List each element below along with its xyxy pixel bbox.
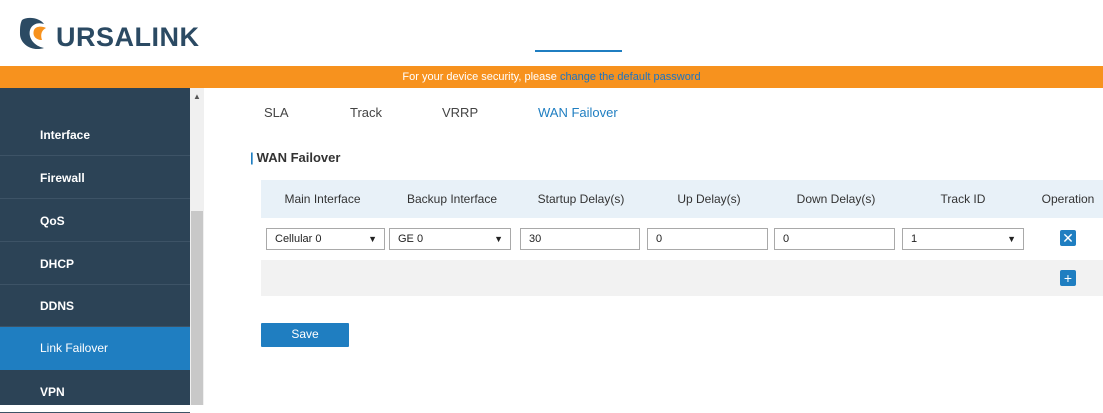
col-backup-interface: Backup Interface bbox=[406, 192, 498, 206]
startup-delay-input[interactable]: 30 bbox=[520, 228, 640, 250]
tab-vrrp[interactable]: VRRP bbox=[442, 105, 478, 120]
scroll-thumb[interactable] bbox=[191, 211, 203, 405]
sidebar-item-firewall[interactable]: Firewall bbox=[0, 157, 190, 199]
track-id-select[interactable]: 1 ▼ bbox=[902, 228, 1024, 250]
up-delay-input[interactable]: 0 bbox=[647, 228, 768, 250]
main-interface-select[interactable]: Cellular 0 ▼ bbox=[266, 228, 385, 250]
dropdown-arrow-icon: ▼ bbox=[1007, 234, 1016, 244]
change-password-link[interactable]: change the default password bbox=[560, 71, 701, 83]
sidebar-item-vpn[interactable]: VPN bbox=[0, 371, 190, 413]
sidebar: Interface Firewall QoS DHCP DDNS Link Fa… bbox=[0, 88, 190, 413]
sidebar-item-dhcp[interactable]: DHCP bbox=[0, 243, 190, 285]
table-header: Main Interface Backup Interface Startup … bbox=[261, 180, 1103, 218]
col-down-delay: Down Delay(s) bbox=[796, 192, 876, 206]
col-track-id: Track ID bbox=[940, 192, 986, 206]
notice-text: For your device security, please bbox=[402, 71, 560, 83]
tab-sla[interactable]: SLA bbox=[264, 105, 289, 120]
section-title-text: WAN Failover bbox=[256, 150, 341, 165]
sidebar-item-link-failover[interactable]: Link Failover bbox=[0, 327, 190, 370]
col-main-interface: Main Interface bbox=[284, 192, 361, 206]
col-up-delay: Up Delay(s) bbox=[677, 192, 741, 206]
table-row: Cellular 0 ▼ GE 0 ▼ 30 0 0 1 ▼ ✕ bbox=[261, 218, 1103, 260]
down-delay-input[interactable]: 0 bbox=[774, 228, 895, 250]
sidebar-item-ddns[interactable]: DDNS bbox=[0, 285, 190, 327]
plus-icon: + bbox=[1063, 270, 1073, 286]
sidebar-scrollbar[interactable]: ▲ bbox=[190, 88, 204, 405]
ursalink-logo: URSALINK bbox=[18, 14, 200, 54]
track-id-value: 1 bbox=[911, 233, 918, 245]
add-row: + bbox=[261, 260, 1103, 296]
section-title: | WAN Failover bbox=[250, 150, 340, 165]
scroll-up-arrow-icon[interactable]: ▲ bbox=[190, 92, 204, 102]
delete-row-button[interactable]: ✕ bbox=[1060, 230, 1076, 246]
close-icon: ✕ bbox=[1062, 230, 1074, 246]
sidebar-item-interface[interactable]: Interface bbox=[0, 114, 190, 156]
backup-interface-select[interactable]: GE 0 ▼ bbox=[389, 228, 511, 250]
logo-mark-icon bbox=[18, 14, 60, 54]
backup-interface-value: GE 0 bbox=[398, 233, 424, 245]
tab-track[interactable]: Track bbox=[350, 105, 382, 120]
dropdown-arrow-icon: ▼ bbox=[494, 234, 503, 244]
add-row-button[interactable]: + bbox=[1060, 270, 1076, 286]
dropdown-arrow-icon: ▼ bbox=[368, 234, 377, 244]
section-title-bar: | bbox=[250, 150, 254, 165]
col-startup-delay: Startup Delay(s) bbox=[537, 192, 625, 206]
logo-text: URSALINK bbox=[56, 21, 200, 52]
save-button[interactable]: Save bbox=[261, 323, 349, 347]
main-interface-value: Cellular 0 bbox=[275, 233, 322, 245]
tab-bar: SLA Track VRRP WAN Failover bbox=[204, 88, 1103, 140]
security-notice-bar: For your device security, please change … bbox=[0, 66, 1103, 88]
tab-wan-failover[interactable]: WAN Failover bbox=[538, 105, 618, 120]
col-operation: Operation bbox=[1041, 192, 1095, 206]
header: URSALINK bbox=[0, 0, 1103, 66]
active-tab-indicator bbox=[535, 50, 622, 52]
sidebar-item-qos[interactable]: QoS bbox=[0, 200, 190, 242]
